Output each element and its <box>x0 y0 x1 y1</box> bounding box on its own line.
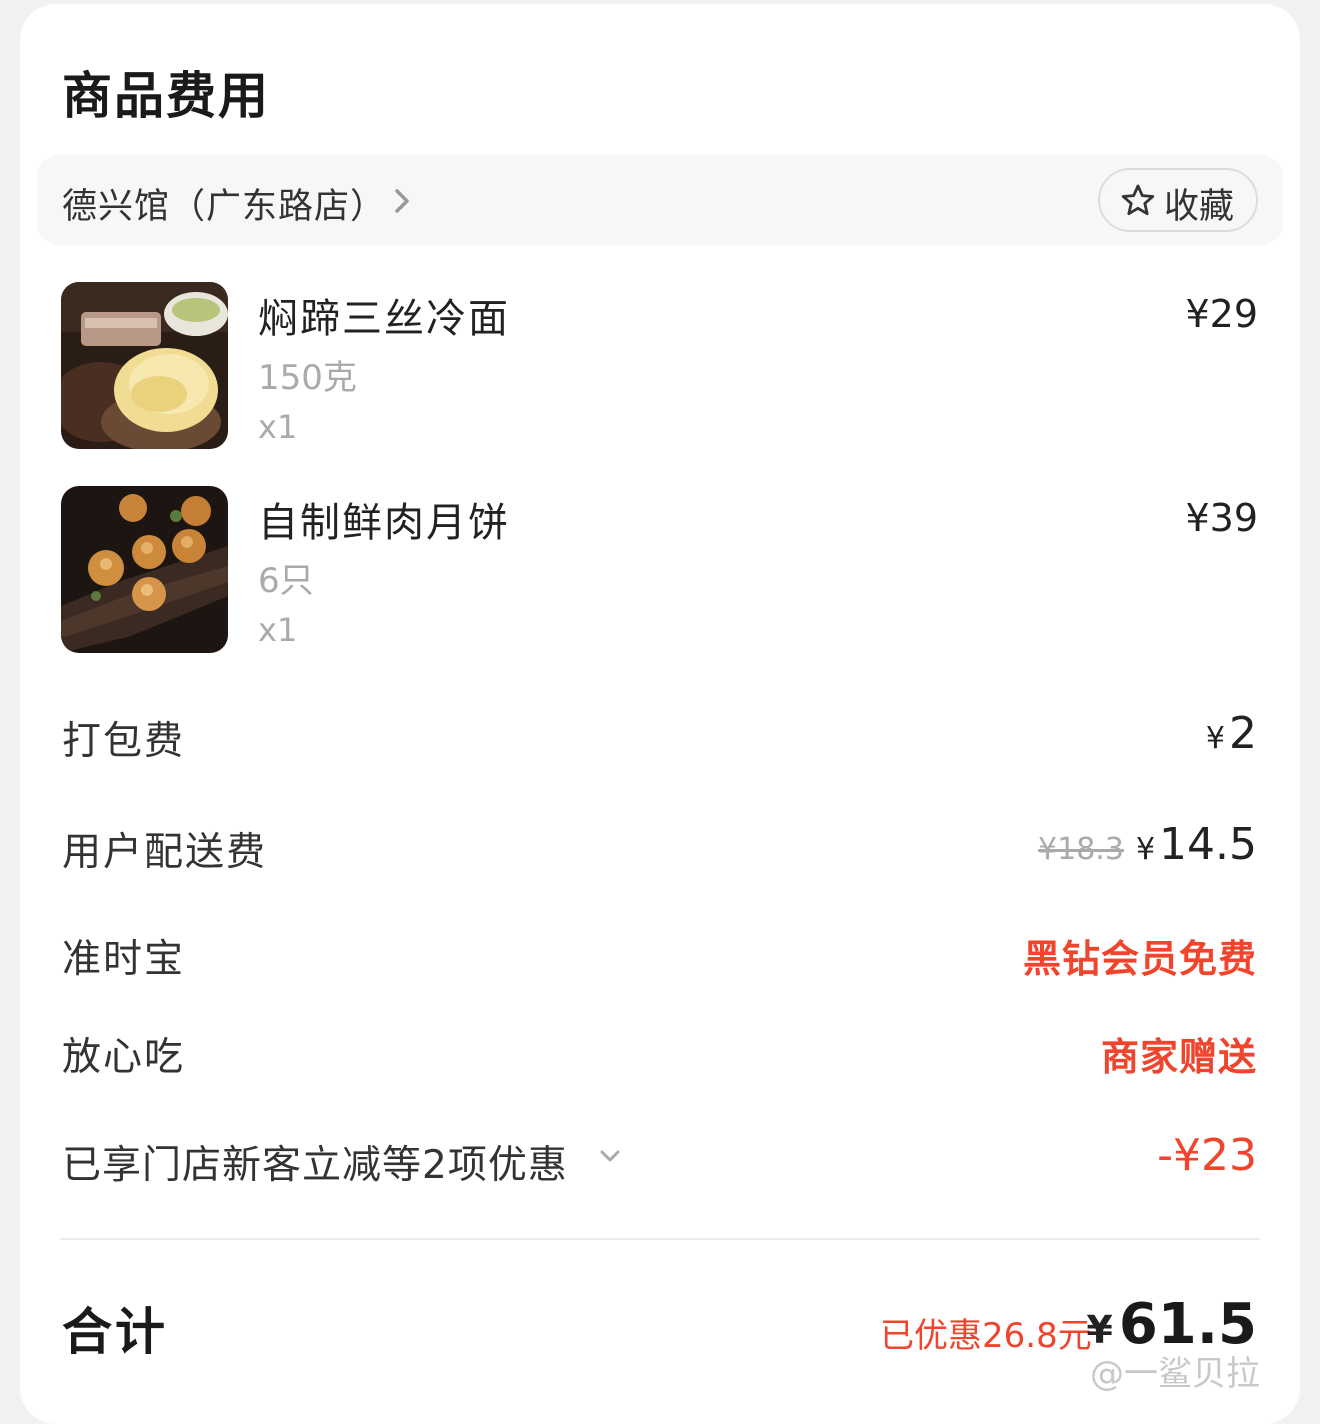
delivery-fee-amount: 14.5 <box>1159 819 1257 870</box>
ontime-guarantee-value: 黑钻会员免费 <box>1022 937 1257 981</box>
original-delivery-fee: ¥18.3 <box>1038 832 1124 867</box>
total-label: 合计 <box>62 1303 168 1361</box>
discount-summary-label[interactable]: 已享门店新客立减等2项优惠 <box>62 1134 568 1190</box>
item-price: ¥29 <box>1185 292 1258 336</box>
packing-fee-label: 打包费 <box>62 719 186 764</box>
total-saved: 已优惠26.8元 <box>880 1316 1092 1356</box>
item-spec: 150克 <box>258 358 357 398</box>
delivery-fee-value: ¥18.3 ¥14.5 <box>1038 819 1257 870</box>
item-quantity: x1 <box>258 408 298 446</box>
delivery-fee-label: 用户配送费 <box>62 830 268 875</box>
chevron-down-icon[interactable] <box>597 1146 623 1166</box>
store-name[interactable]: 德兴馆（广东路店） <box>62 178 386 229</box>
cold-noodle-image[interactable] <box>61 282 228 449</box>
discount-amount: -¥23 <box>1157 1130 1257 1181</box>
item-name: 焖蹄三丝冷面 <box>258 296 510 342</box>
chevron-right-icon[interactable] <box>388 184 416 218</box>
star-icon[interactable] <box>1120 183 1156 219</box>
favorite-label[interactable]: 收藏 <box>1164 178 1234 229</box>
food-assurance-value: 商家赠送 <box>1100 1035 1257 1079</box>
item-price: ¥39 <box>1185 496 1258 540</box>
item-spec: 6只 <box>258 561 314 601</box>
item-name: 自制鲜肉月饼 <box>258 500 510 546</box>
mooncake-image[interactable] <box>61 486 228 653</box>
section-title: 商品费用 <box>62 67 270 125</box>
item-quantity: x1 <box>258 611 298 649</box>
currency-symbol: ¥ <box>1205 721 1225 756</box>
packing-fee-value: ¥2 <box>1206 708 1257 759</box>
packing-fee-amount: 2 <box>1229 708 1257 759</box>
food-assurance-label: 放心吃 <box>62 1035 186 1080</box>
divider <box>60 1238 1260 1240</box>
ontime-guarantee-label: 准时宝 <box>62 937 186 982</box>
currency-symbol: ¥ <box>1135 832 1156 867</box>
watermark: @一鲨贝拉 <box>1090 1354 1260 1394</box>
